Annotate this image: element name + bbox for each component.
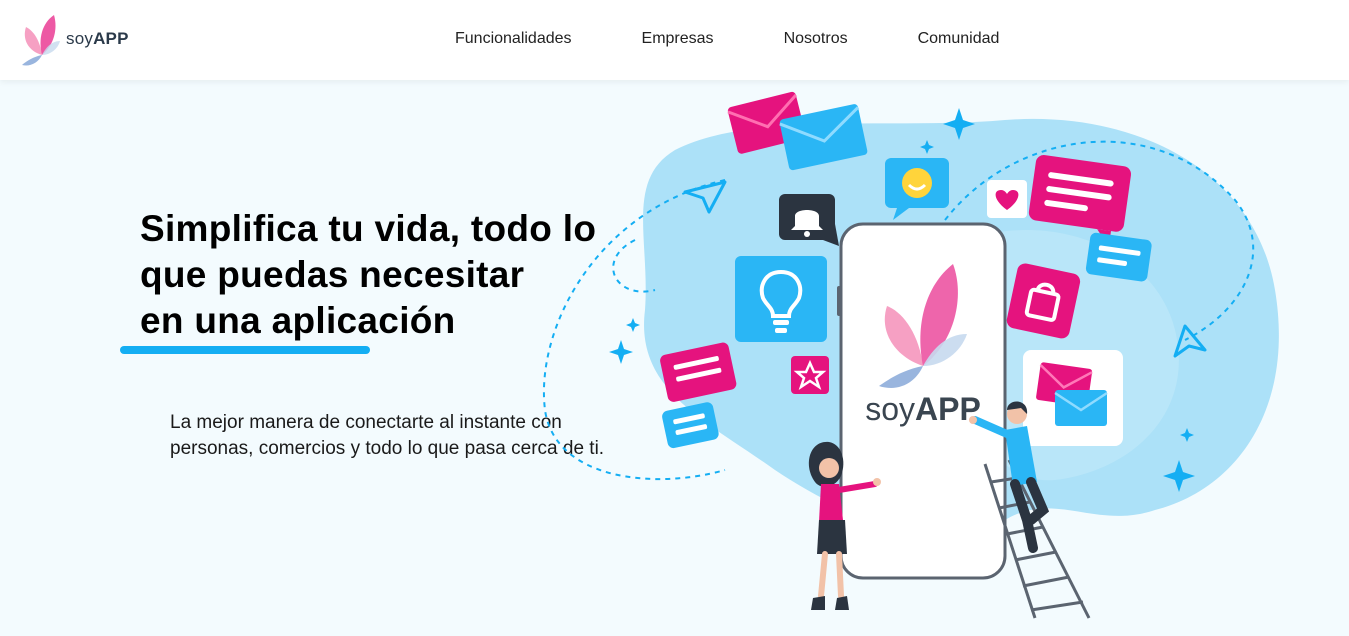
hero-title-line-3: en una aplicación bbox=[140, 300, 456, 341]
nav-funcionalidades[interactable]: Funcionalidades bbox=[455, 30, 572, 48]
shopping-bag-icon bbox=[1006, 263, 1081, 339]
star-icon bbox=[791, 356, 829, 394]
chat-icon bbox=[662, 402, 719, 449]
mail-icon bbox=[1023, 350, 1123, 446]
butterfly-logo-icon bbox=[22, 15, 60, 66]
nav-empresas[interactable]: Empresas bbox=[642, 30, 714, 48]
nav-nosotros[interactable]: Nosotros bbox=[784, 30, 848, 48]
brand-name: soyAPP bbox=[66, 29, 129, 48]
lightbulb-icon bbox=[735, 256, 827, 342]
nav-comunidad[interactable]: Comunidad bbox=[918, 30, 1000, 48]
title-underline bbox=[120, 346, 370, 354]
heart-icon bbox=[987, 180, 1027, 218]
bell-icon bbox=[779, 194, 839, 246]
hero-title-line-2: que puedas necesitar bbox=[140, 254, 525, 295]
main-nav: Funcionalidades Empresas Nosotros Comuni… bbox=[455, 30, 999, 48]
brand-logo[interactable]: soyAPP bbox=[20, 8, 140, 70]
phone-mockup: soyAPP bbox=[837, 222, 1007, 580]
svg-text:soyAPP: soyAPP bbox=[865, 391, 981, 427]
navbar: soyAPP Funcionalidades Empresas Nosotros… bbox=[0, 0, 1349, 80]
hero-illustration: soyAPP bbox=[543, 91, 1279, 619]
chat-icon bbox=[1085, 232, 1152, 282]
hero-title-line-1: Simplifica tu vida, todo lo bbox=[140, 208, 597, 249]
